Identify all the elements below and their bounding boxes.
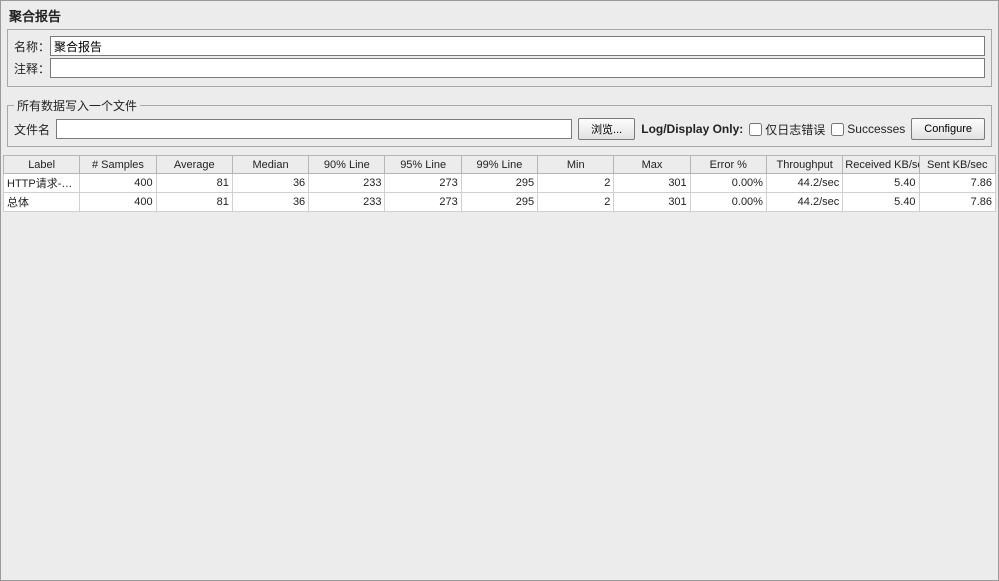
cell-label: HTTP请求-100... bbox=[4, 174, 80, 193]
cell-99-line: 295 bbox=[461, 174, 537, 193]
cell-samples: 400 bbox=[80, 174, 156, 193]
col-received-kb[interactable]: Received KB/sec bbox=[843, 156, 919, 174]
col-median[interactable]: Median bbox=[232, 156, 308, 174]
table-header-row: Label # Samples Average Median 90% Line … bbox=[4, 156, 996, 174]
col-max[interactable]: Max bbox=[614, 156, 690, 174]
cell-sent: 7.86 bbox=[919, 174, 995, 193]
cell-average: 81 bbox=[156, 193, 232, 212]
col-throughput[interactable]: Throughput bbox=[766, 156, 842, 174]
col-sent-kb[interactable]: Sent KB/sec bbox=[919, 156, 995, 174]
filename-label: 文件名 bbox=[14, 121, 50, 138]
successes-checkbox[interactable] bbox=[831, 123, 844, 136]
cell-max: 301 bbox=[614, 174, 690, 193]
results-table: Label # Samples Average Median 90% Line … bbox=[3, 155, 996, 212]
configure-button[interactable]: Configure bbox=[911, 118, 985, 140]
comment-input[interactable] bbox=[50, 58, 985, 78]
panel-title: 聚合报告 bbox=[1, 1, 998, 27]
cell-received: 5.40 bbox=[843, 193, 919, 212]
col-label[interactable]: Label bbox=[4, 156, 80, 174]
aggregate-report-panel: 聚合报告 名称： 注释： 所有数据写入一个文件 文件名 浏览... Log/Di… bbox=[0, 0, 999, 581]
cell-95-line: 273 bbox=[385, 174, 461, 193]
errors-only-label: 仅日志错误 bbox=[765, 121, 825, 138]
cell-90-line: 233 bbox=[309, 174, 385, 193]
cell-min: 2 bbox=[538, 174, 614, 193]
results-table-wrap: Label # Samples Average Median 90% Line … bbox=[3, 155, 996, 578]
col-90-line[interactable]: 90% Line bbox=[309, 156, 385, 174]
successes-checkbox-wrap[interactable]: Successes bbox=[831, 122, 905, 136]
log-display-only-label: Log/Display Only: bbox=[641, 122, 743, 136]
cell-min: 2 bbox=[538, 193, 614, 212]
col-95-line[interactable]: 95% Line bbox=[385, 156, 461, 174]
browse-button[interactable]: 浏览... bbox=[578, 118, 635, 140]
cell-95-line: 273 bbox=[385, 193, 461, 212]
cell-samples: 400 bbox=[80, 193, 156, 212]
table-row[interactable]: HTTP请求-100... 400 81 36 233 273 295 2 30… bbox=[4, 174, 996, 193]
table-row[interactable]: 总体 400 81 36 233 273 295 2 301 0.00% 44.… bbox=[4, 193, 996, 212]
col-99-line[interactable]: 99% Line bbox=[461, 156, 537, 174]
cell-error: 0.00% bbox=[690, 174, 766, 193]
cell-received: 5.40 bbox=[843, 174, 919, 193]
cell-90-line: 233 bbox=[309, 193, 385, 212]
col-error[interactable]: Error % bbox=[690, 156, 766, 174]
col-samples[interactable]: # Samples bbox=[80, 156, 156, 174]
cell-throughput: 44.2/sec bbox=[766, 193, 842, 212]
cell-median: 36 bbox=[232, 174, 308, 193]
cell-max: 301 bbox=[614, 193, 690, 212]
errors-only-checkbox-wrap[interactable]: 仅日志错误 bbox=[749, 121, 825, 138]
errors-only-checkbox[interactable] bbox=[749, 123, 762, 136]
cell-throughput: 44.2/sec bbox=[766, 174, 842, 193]
properties-panel: 名称： 注释： bbox=[7, 29, 992, 87]
cell-median: 36 bbox=[232, 193, 308, 212]
name-input[interactable] bbox=[50, 36, 985, 56]
write-results-fieldset: 所有数据写入一个文件 文件名 浏览... Log/Display Only: 仅… bbox=[7, 97, 992, 147]
col-average[interactable]: Average bbox=[156, 156, 232, 174]
comment-label: 注释： bbox=[14, 60, 50, 77]
filename-input[interactable] bbox=[56, 119, 572, 139]
cell-99-line: 295 bbox=[461, 193, 537, 212]
cell-label: 总体 bbox=[4, 193, 80, 212]
cell-sent: 7.86 bbox=[919, 193, 995, 212]
write-results-legend: 所有数据写入一个文件 bbox=[14, 97, 140, 114]
cell-average: 81 bbox=[156, 174, 232, 193]
name-label: 名称： bbox=[14, 38, 50, 55]
col-min[interactable]: Min bbox=[538, 156, 614, 174]
successes-label: Successes bbox=[847, 122, 905, 136]
cell-error: 0.00% bbox=[690, 193, 766, 212]
